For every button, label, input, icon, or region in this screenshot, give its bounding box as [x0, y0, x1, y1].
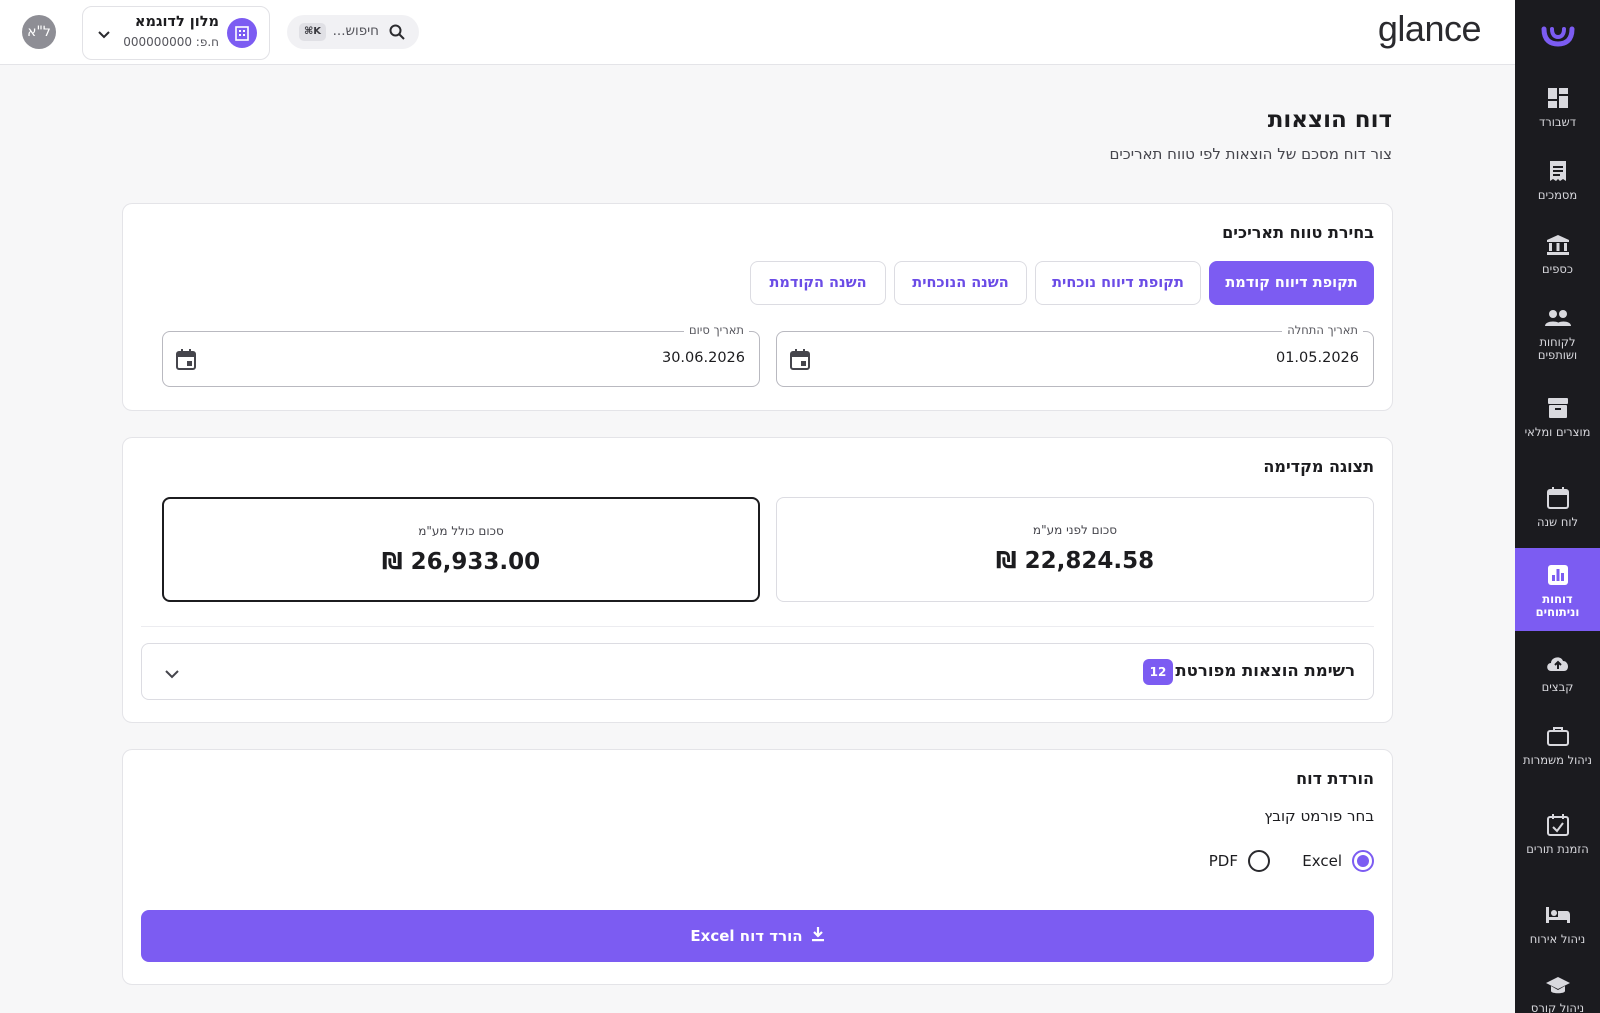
- sidebar-item-label: הזמנת תורים: [1526, 842, 1589, 856]
- calendar-icon[interactable]: [789, 348, 811, 374]
- end-date-label: תאריך סיום: [684, 323, 749, 337]
- bed-icon: [1545, 902, 1571, 928]
- sidebar-item-label: ניהול משמרות: [1523, 753, 1592, 767]
- download-report-button[interactable]: הורד דוח Excel: [141, 910, 1374, 962]
- sidebar-item-label: כספים: [1542, 262, 1573, 276]
- sidebar-item-label: ניהול קורס: [1530, 1001, 1585, 1013]
- sidebar-item-customers[interactable]: לקוחות ושותפים: [1515, 305, 1600, 371]
- sidebar-item-label: לקוחות ושותפים: [1537, 335, 1578, 362]
- download-button-label: הורד דוח Excel: [690, 927, 803, 945]
- sidebar-item-label: לוח שנה: [1536, 515, 1579, 529]
- search-placeholder: חיפוש...: [332, 23, 379, 39]
- calendar-icon: [1545, 485, 1571, 511]
- chevron-down-icon: [164, 664, 180, 683]
- bank-icon: [1545, 232, 1571, 258]
- cloud-upload-icon: [1545, 650, 1571, 676]
- sidebar-item-label: קבצים: [1541, 680, 1574, 694]
- radio-excel[interactable]: [1352, 850, 1374, 872]
- people-icon: [1544, 305, 1571, 331]
- sidebar-item-label: מסמכים: [1537, 188, 1578, 202]
- sum-before-vat-label: סכום לפני מע"מ: [1032, 523, 1118, 537]
- main-content: דוח הוצאות צור דוח מסכם של הוצאות לפי טו…: [0, 65, 1515, 1013]
- page-subtitle: צור דוח מסכם של הוצאות לפי טווח תאריכים: [1109, 145, 1392, 163]
- sidebar-item-calendar[interactable]: לוח שנה: [1515, 485, 1600, 541]
- sidebar-item-label: דשבורד: [1539, 115, 1576, 129]
- report-icon: [1545, 562, 1571, 588]
- start-date-field[interactable]: תאריך התחלה 01.05.2026: [776, 323, 1374, 387]
- graduation-icon: [1545, 975, 1571, 997]
- format-option-pdf[interactable]: PDF: [1209, 850, 1270, 872]
- current-period-button[interactable]: תקופת דיווח נוכחית: [1035, 261, 1201, 305]
- top-bar: glance חיפוש... ⌘K מלון לדוגמא ח.פ: 0000…: [0, 0, 1515, 65]
- app-logo-icon[interactable]: [1515, 18, 1600, 54]
- format-option-label: Excel: [1302, 852, 1342, 870]
- sidebar-item-documents[interactable]: מסמכים: [1515, 158, 1600, 214]
- previous-period-button[interactable]: תקופת דיווח קודמת: [1209, 261, 1374, 305]
- expense-list-accordion[interactable]: רשימת הוצאות מפורטת 12: [141, 643, 1374, 700]
- sidebar-item-courses[interactable]: ניהול קורס: [1515, 975, 1600, 1013]
- format-option-excel[interactable]: Excel: [1302, 850, 1374, 872]
- org-switcher[interactable]: מלון לדוגמא ח.פ: 000000000: [82, 6, 270, 60]
- sidebar-item-dashboard[interactable]: דשבורד: [1515, 85, 1600, 141]
- sidebar-item-appointments[interactable]: הזמנת תורים: [1515, 812, 1600, 878]
- sidebar-item-finance[interactable]: כספים: [1515, 232, 1600, 288]
- divider: [141, 626, 1374, 627]
- radio-pdf[interactable]: [1248, 850, 1270, 872]
- archive-icon: [1545, 395, 1571, 421]
- format-label: בחר פורמט קובץ: [1264, 807, 1374, 825]
- expense-count-badge: 12: [1143, 659, 1173, 685]
- org-name: מלון לדוגמא: [134, 14, 219, 30]
- end-date-field[interactable]: תאריך סיום 30.06.2026: [162, 323, 760, 387]
- download-card: הורדת דוח בחר פורמט קובץ Excel PDF הורד …: [122, 749, 1393, 985]
- sum-before-vat-box: סכום לפני מע"מ 22,824.58 ₪: [776, 497, 1374, 602]
- format-option-label: PDF: [1208, 852, 1238, 870]
- brand-logo[interactable]: glance: [1378, 8, 1482, 50]
- search-icon: [389, 24, 405, 44]
- download-title: הורדת דוח: [1296, 769, 1374, 788]
- building-icon: [227, 18, 257, 48]
- sum-incl-vat-box: סכום כולל מע"מ 26,933.00 ₪: [162, 497, 760, 602]
- calendar-icon[interactable]: [175, 348, 197, 374]
- page-title: דוח הוצאות: [1267, 107, 1392, 133]
- avatar[interactable]: ל"א: [22, 15, 56, 49]
- start-date-label: תאריך התחלה: [1282, 323, 1363, 337]
- sidebar-item-hospitality[interactable]: ניהול אירוח: [1515, 902, 1600, 958]
- sidebar-item-files[interactable]: קבצים: [1515, 650, 1600, 706]
- preview-card: תצוגה מקדימה סכום לפני מע"מ 22,824.58 ₪ …: [122, 437, 1393, 723]
- sidebar-item-label: דוחות וניתוחים: [1535, 592, 1580, 619]
- org-id: ח.פ: 000000000: [123, 35, 219, 49]
- document-icon: [1545, 158, 1571, 184]
- date-range-card: בחירת טווח תאריכים תקופת דיווח קודמת תקו…: [122, 203, 1393, 411]
- dashboard-icon: [1545, 85, 1571, 111]
- sum-incl-vat-label: סכום כולל מע"מ: [418, 524, 504, 538]
- end-date-value: 30.06.2026: [661, 350, 745, 366]
- sidebar-item-reports[interactable]: דוחות וניתוחים: [1515, 548, 1600, 631]
- chevron-down-icon: [97, 25, 111, 44]
- expense-list-title: רשימת הוצאות מפורטת: [1175, 661, 1355, 680]
- current-year-button[interactable]: השנה הנוכחית: [894, 261, 1027, 305]
- sidebar: דשבורד מסמכים כספים לקוחות ושותפים מוצרי…: [1515, 0, 1600, 1013]
- sidebar-item-products[interactable]: מוצרים ומלאי: [1515, 395, 1600, 461]
- download-icon: [811, 926, 825, 946]
- sidebar-item-shifts[interactable]: ניהול משמרות: [1515, 723, 1600, 789]
- sum-incl-vat-value: 26,933.00 ₪: [381, 549, 541, 575]
- start-date-value: 01.05.2026: [1275, 350, 1359, 366]
- search-input[interactable]: חיפוש... ⌘K: [287, 15, 419, 49]
- calendar-check-icon: [1545, 812, 1571, 838]
- previous-year-button[interactable]: השנה הקודמת: [750, 261, 886, 305]
- sum-before-vat-value: 22,824.58 ₪: [995, 548, 1155, 574]
- briefcase-icon: [1545, 723, 1571, 749]
- search-shortcut-badge: ⌘K: [299, 23, 327, 41]
- preview-title: תצוגה מקדימה: [1263, 457, 1374, 476]
- date-range-title: בחירת טווח תאריכים: [1222, 223, 1374, 242]
- sidebar-item-label: מוצרים ומלאי: [1524, 425, 1591, 439]
- sidebar-item-label: ניהול אירוח: [1529, 932, 1586, 946]
